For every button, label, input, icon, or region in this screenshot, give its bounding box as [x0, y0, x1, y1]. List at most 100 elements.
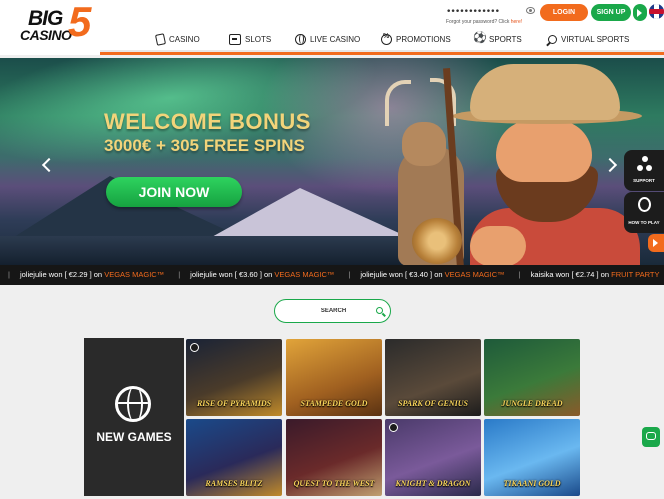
forgot-password-text: Forgot your password? Click here!: [446, 19, 522, 25]
hero-title: WELCOME BONUS: [104, 109, 311, 134]
game-tile[interactable]: QUEST TO THE WEST: [286, 419, 382, 496]
ticker-amount: won [ €2.29 ] on: [48, 270, 103, 279]
nav-item-virtual-sports[interactable]: VIRTUAL SPORTS: [548, 32, 629, 46]
game-title: JUNGLE DREAD: [501, 398, 563, 408]
game-title: KNIGHT & DRAGON: [395, 478, 471, 488]
nav-item-label: PROMOTIONS: [396, 34, 451, 44]
main-nav: CASINO SLOTS LIVE CASINO PROMOTIONS SPOR…: [100, 26, 664, 52]
ticker-game-link[interactable]: VEGAS MAGIC™: [274, 270, 334, 279]
game-tile[interactable]: RISE OF PYRAMIDS: [186, 339, 282, 416]
winners-ticker: | joliejulie won [ €2.29 ] on VEGAS MAGI…: [0, 265, 664, 285]
globe-icon: [295, 33, 306, 45]
ticker-user: joliejulie: [360, 270, 388, 279]
forgot-password-link[interactable]: here!: [511, 19, 522, 25]
ticker-game-link[interactable]: VEGAS MAGIC™: [104, 270, 164, 279]
support-label: SUPPORT: [633, 178, 655, 183]
side-expand-icon[interactable]: [648, 234, 664, 252]
game-title: RISE OF PYRAMIDS: [196, 398, 272, 408]
deer-head-illustration: [402, 122, 446, 166]
promo-icon: [381, 33, 392, 45]
how-to-play-tab[interactable]: HOW TO PLAY: [624, 192, 664, 233]
nav-accent-bar: [100, 52, 664, 55]
nav-item-label: VIRTUAL SPORTS: [561, 34, 630, 44]
game-tile[interactable]: JUNGLE DREAD: [484, 339, 580, 416]
new-games-category[interactable]: NEW GAMES: [84, 338, 184, 496]
support-icon: [637, 156, 653, 172]
nav-item-casino[interactable]: CASINO: [154, 32, 200, 46]
support-tab[interactable]: SUPPORT: [624, 150, 664, 191]
ticker-amount: won [ €3.60 ] on: [218, 270, 273, 279]
arrow-right-icon[interactable]: [633, 4, 647, 21]
forgot-password-label: Forgot your password? Click: [446, 19, 511, 25]
ticker-game-link[interactable]: FRUIT PARTY: [611, 270, 659, 279]
ticker-separator: |: [518, 270, 521, 279]
ticker-separator: |: [178, 270, 181, 279]
ticker-user: kaisika: [530, 270, 554, 279]
ticker-separator: |: [348, 270, 351, 279]
game-tile[interactable]: KNIGHT & DRAGON: [385, 419, 481, 496]
search-input[interactable]: [275, 300, 392, 322]
provider-badge-icon: [389, 423, 398, 432]
ticker-user: joliejulie: [19, 270, 47, 279]
slot-machine-icon: [229, 33, 241, 45]
ticker-item: kaisika won [ €2.74 ] on FRUIT PARTY: [531, 270, 660, 279]
hero-subtitle: 3000€ + 305 FREE SPINS: [104, 136, 305, 155]
game-title: QUEST TO THE WEST: [293, 478, 375, 488]
game-title: RAMSES BLITZ: [205, 478, 263, 488]
ticker-separator: |: [8, 270, 10, 279]
game-tile[interactable]: TIKAANI GOLD: [484, 419, 580, 496]
ticker-amount: won [ €2.74 ] on: [555, 270, 610, 279]
nav-item-live-casino[interactable]: LIVE CASINO: [295, 32, 360, 46]
globe-icon: [115, 386, 151, 422]
nav-item-label: CASINO: [169, 34, 200, 44]
carousel-prev-icon[interactable]: [42, 158, 52, 172]
hero-banner[interactable]: WELCOME BONUS 3000€ + 305 FREE SPINS JOI…: [0, 58, 664, 265]
provider-badge-icon: [190, 343, 199, 352]
logo-five-text: 5: [68, 0, 92, 45]
cards-icon: [154, 32, 167, 46]
ticker-user: joliejulie: [190, 270, 217, 279]
how-to-play-icon: [638, 197, 651, 212]
nav-item-slots[interactable]: SLOTS: [229, 32, 271, 46]
nav-item-label: SPORTS: [489, 34, 522, 44]
game-title: STAMPEDE GOLD: [300, 398, 368, 408]
game-tile[interactable]: RAMSES BLITZ: [186, 419, 282, 496]
live-chat-button[interactable]: [642, 427, 660, 447]
game-tile[interactable]: SPARK OF GENIUS: [385, 339, 481, 416]
game-search: [274, 299, 392, 323]
deer-antler-illustration: [385, 80, 411, 126]
search-icon[interactable]: [376, 307, 383, 314]
cowboy-hat-illustration: [470, 64, 620, 120]
game-title: SPARK OF GENIUS: [398, 398, 468, 408]
ticker-item: joliejulie won [ €3.40 ] on VEGAS MAGIC™: [360, 270, 504, 279]
nav-item-promotions[interactable]: PROMOTIONS: [381, 32, 451, 46]
chat-icon: [646, 432, 656, 440]
how-to-play-label: HOW TO PLAY: [628, 220, 660, 225]
eye-icon[interactable]: [526, 7, 535, 14]
password-field[interactable]: ••••••••••••: [446, 7, 534, 18]
virtual-sports-icon: [548, 34, 557, 44]
logo[interactable]: BIG CASINO 5: [20, 1, 102, 45]
cowboy-face-illustration: [496, 120, 592, 182]
new-games-label: NEW GAMES: [96, 430, 172, 444]
carousel-next-icon[interactable]: [607, 158, 617, 172]
nav-item-label: SLOTS: [245, 34, 272, 44]
login-button[interactable]: LOGIN: [540, 4, 588, 21]
cowboy-hand-illustration: [470, 226, 526, 265]
logo-casino-text: CASINO: [20, 27, 72, 43]
ticker-amount: won [ €3.40 ] on: [389, 270, 443, 279]
sports-icon: [473, 31, 487, 45]
ticker-game-link[interactable]: VEGAS MAGIC™: [445, 270, 505, 279]
fishing-reel-illustration: [412, 218, 462, 264]
game-title: TIKAANI GOLD: [503, 478, 561, 488]
ticker-item: joliejulie won [ €2.29 ] on VEGAS MAGIC™: [20, 270, 164, 279]
lake-decoration: [0, 236, 420, 265]
uk-flag-icon[interactable]: [649, 4, 664, 19]
ticker-track: | joliejulie won [ €2.29 ] on VEGAS MAGI…: [8, 270, 664, 279]
nav-item-sports[interactable]: SPORTS: [473, 31, 522, 46]
join-now-button[interactable]: JOIN NOW: [106, 177, 242, 207]
nav-item-label: LIVE CASINO: [310, 34, 361, 44]
ticker-item: joliejulie won [ €3.60 ] on VEGAS MAGIC™: [190, 270, 334, 279]
game-tile[interactable]: STAMPEDE GOLD: [286, 339, 382, 416]
signup-button[interactable]: SIGN UP: [591, 4, 631, 21]
